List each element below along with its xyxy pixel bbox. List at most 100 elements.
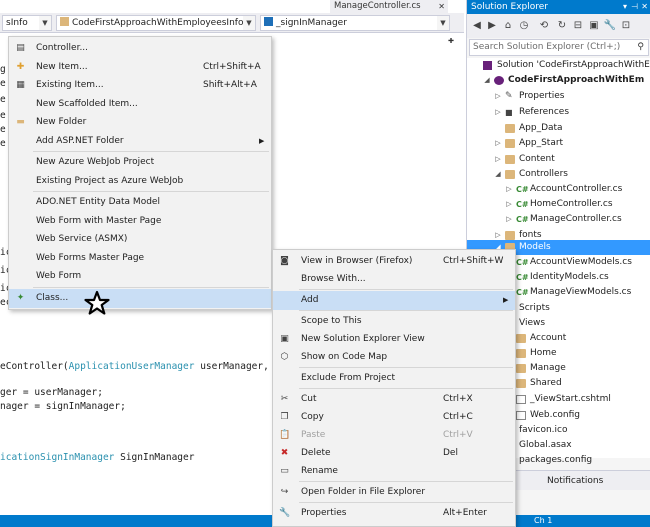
home-icon[interactable]: ⌂ [501,19,515,33]
tree-item[interactable]: ▷ Content [467,152,650,167]
forward-icon[interactable]: ▶ [485,19,499,33]
tree-item[interactable]: ◢ CodeFirstApproachWithEm [467,73,650,88]
menu-item-controller[interactable]: ▤ Controller... [9,39,271,58]
tree-item[interactable]: ▷ App_Start [467,136,650,151]
menu-item-view-in-browser-firefox[interactable]: ◙ View in Browser (Firefox) Ctrl+Shift+W [273,252,515,271]
tree-item[interactable]: ◢ Controllers [467,167,650,182]
pin-icon[interactable]: ⊣ [631,0,638,14]
menu-item-web-service-asmx[interactable]: Web Service (ASMX) [9,230,271,249]
back-icon[interactable]: ◀ [470,19,484,33]
menu-item-cut[interactable]: ✂ Cut Ctrl+X [273,390,515,409]
tree-item-label: Properties [519,91,565,101]
collapsed-arrow-icon[interactable]: ▷ [493,89,503,104]
menu-item-label: New Item... [36,61,88,72]
menu-item-add-asp-net-folder[interactable]: Add ASP.NET Folder ▶ [9,132,271,151]
menu-item-shortcut: Ctrl+V [443,430,473,440]
tree-item-label: Shared [530,378,562,388]
folder-icon [505,139,515,148]
search-icon[interactable]: ⚲ [637,40,644,55]
solution-explorer-title-bar: Solution Explorer ▾ ⊣ ✕ [467,0,650,14]
tree-item-label: Views [519,318,546,328]
code-map-icon: ⬡ [280,352,289,362]
folder-icon: ▬ [16,117,25,127]
show-all-files-icon[interactable]: ▣ [587,19,601,33]
menu-item-new-azure-webjob-project[interactable]: New Azure WebJob Project [9,153,271,172]
menu-item-scope-to-this[interactable]: Scope to This [273,312,515,331]
menu-item-exclude-from-project[interactable]: Exclude From Project [273,369,515,388]
tree-item[interactable]: ▷ C# ManageController.cs [467,212,650,227]
folder-icon [505,231,515,240]
search-input[interactable]: Search Solution Explorer (Ctrl+;) ⚲ [469,39,649,56]
tree-item-label: IdentityModels.cs [530,272,609,282]
cursor-position: Ch 1 [534,516,553,525]
menu-item-new-solution-explorer-view[interactable]: ▣ New Solution Explorer View [273,330,515,349]
panel-title: Solution Explorer [471,2,548,12]
project-icon [494,76,504,85]
menu-item-show-on-code-map[interactable]: ⬡ Show on Code Map [273,348,515,367]
menu-item-web-form[interactable]: Web Form [9,267,271,286]
menu-item-delete[interactable]: ✖ Delete Del [273,444,515,463]
tree-item[interactable]: Solution 'CodeFirstApproachWithEm [467,58,650,73]
menu-item-shortcut: Ctrl+Shift+W [443,256,504,266]
tree-item-label: Web.config [530,410,581,420]
expanded-arrow-icon[interactable]: ◢ [482,73,492,88]
menu-item-new-folder[interactable]: ▬ New Folder [9,113,271,132]
menu-item-new-scaffolded-item[interactable]: New Scaffolded Item... [9,95,271,114]
tree-item[interactable]: ▷ ✎ Properties [467,89,650,104]
tree-item[interactable]: ▷ C# HomeController.cs [467,197,650,212]
document-tab[interactable]: ManageController.cs ✕ [330,0,448,13]
menu-item-existing-project-as-azure-webjob[interactable]: Existing Project as Azure WebJob [9,172,271,191]
member-combo[interactable]: _signInManager ▼ [260,15,450,31]
dropdown-icon[interactable]: ▾ [623,0,627,14]
menu-item-label: Delete [301,448,331,458]
menu-item-properties[interactable]: 🔧 Properties Alt+Enter [273,504,515,523]
menu-item-open-folder-in-file-explorer[interactable]: ↪ Open Folder in File Explorer [273,483,515,502]
close-icon[interactable]: ✕ [641,0,648,14]
tree-item[interactable]: ▷ ■ References [467,105,650,120]
tree-item-label: AccountController.cs [530,184,623,194]
collapsed-arrow-icon[interactable]: ▷ [504,182,514,197]
expanded-arrow-icon[interactable]: ◢ [493,167,503,182]
collapsed-arrow-icon[interactable]: ▷ [493,136,503,151]
menu-item-rename[interactable]: ▭ Rename [273,462,515,481]
menu-item-ado-net-entity-data-model[interactable]: ADO.NET Entity Data Model [9,193,271,212]
menu-item-web-forms-master-page[interactable]: Web Forms Master Page [9,249,271,268]
tree-item[interactable]: App_Data [467,121,650,136]
collapsed-arrow-icon[interactable]: ▷ [504,212,514,227]
preview-icon[interactable]: ⊡ [619,19,633,33]
folder-icon [505,124,515,133]
tree-item-label: Models [519,242,551,252]
menu-item-browse-with[interactable]: Browse With... [273,270,515,289]
code-fragment: e [0,124,6,135]
menu-separator [33,286,269,288]
pending-changes-icon[interactable]: ⟲ [537,19,551,33]
properties-icon[interactable]: 🔧 [603,19,617,33]
refresh-icon[interactable]: ↻ [555,19,569,33]
collapse-all-icon[interactable]: ⊟ [571,19,585,33]
menu-item-new-item[interactable]: ✚ New Item... Ctrl+Shift+A [9,58,271,77]
history-icon[interactable]: ◷ [517,19,531,33]
collapsed-arrow-icon[interactable]: ▷ [493,105,503,120]
close-icon[interactable]: ✕ [438,0,445,13]
tree-item-label: AccountViewModels.cs [530,257,632,267]
namespace-combo[interactable]: CodeFirstApproachWithEmployeesInfo.Con ▼ [56,15,256,31]
menu-item-existing-item[interactable]: ▦ Existing Item... Shift+Alt+A [9,76,271,95]
tree-item-label: ManageViewModels.cs [530,287,632,297]
menu-item-class[interactable]: ✦ Class... [9,288,271,308]
code-line: eController(ApplicationUserManager userM… [0,361,269,372]
tab-notifications[interactable]: Notifications [543,471,607,491]
menu-item-label: Exclude From Project [301,373,396,383]
tree-item[interactable]: ▷ C# AccountController.cs [467,182,650,197]
folder-icon [505,155,515,164]
type-combo[interactable]: sInfo ▼ [2,15,52,31]
collapsed-arrow-icon[interactable]: ▷ [493,152,503,167]
menu-item-web-form-with-master-page[interactable]: Web Form with Master Page [9,212,271,231]
menu-separator [299,289,513,290]
menu-item-label: Controller... [36,43,89,53]
menu-item-label: Web Service (ASMX) [36,234,128,244]
menu-item-add[interactable]: Add ▶ [273,291,515,310]
split-editor-icon[interactable]: ✚ [448,35,454,46]
menu-item-copy[interactable]: ❐ Copy Ctrl+C [273,408,515,427]
collapsed-arrow-icon[interactable]: ▷ [504,197,514,212]
menu-item-paste[interactable]: 📋 Paste Ctrl+V [273,426,515,445]
